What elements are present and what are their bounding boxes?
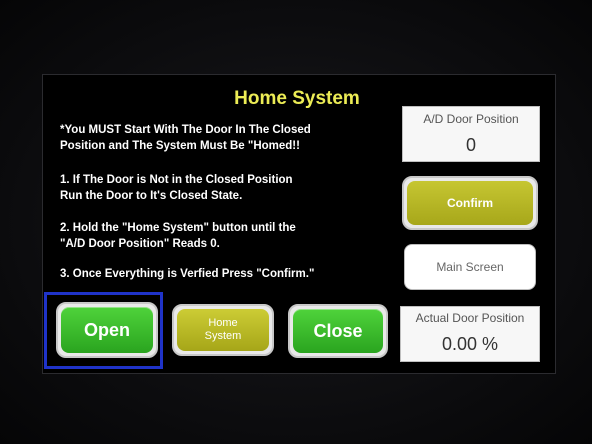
actual-door-position-panel: Actual Door Position 0.00 % — [400, 306, 540, 362]
actual-door-position-value: 0.00 % — [441, 334, 499, 354]
instruction-start: *You MUST Start With The Door In The Clo… — [60, 124, 311, 152]
home-system-button[interactable]: Home System — [177, 309, 269, 351]
main-screen-button[interactable]: Main Screen — [404, 244, 536, 290]
instruction-step-2: 2. Hold the "Home System" button until t… — [60, 222, 296, 250]
instruction-step-3: 3. Once Everything is Verfied Press "Con… — [60, 268, 315, 280]
ad-door-position-panel: A/D Door Position 0 — [402, 106, 540, 162]
instruction-step-1: 1. If The Door is Not in the Closed Posi… — [60, 174, 293, 202]
confirm-button[interactable]: Confirm — [407, 181, 533, 225]
highlight-box — [44, 292, 163, 369]
actual-door-position-label: Actual Door Position — [415, 311, 525, 325]
close-button[interactable]: Close — [293, 309, 383, 353]
ad-door-position-value: 0 — [465, 135, 476, 155]
ad-door-position-label: A/D Door Position — [423, 112, 519, 126]
